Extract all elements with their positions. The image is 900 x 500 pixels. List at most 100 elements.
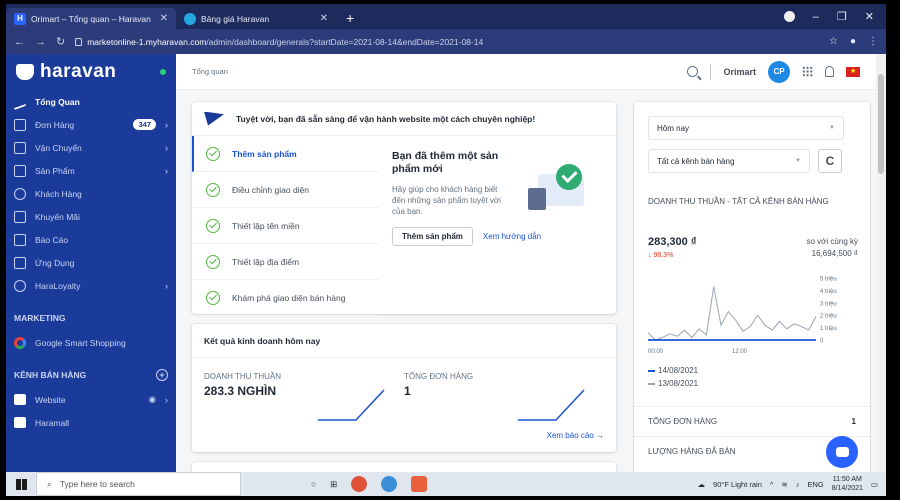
sidebar-item-apps[interactable]: Ứng Dụng bbox=[6, 251, 176, 274]
eye-icon[interactable]: ◉ bbox=[149, 394, 156, 405]
sidebar-item-overview[interactable]: Tổng Quan bbox=[6, 90, 176, 113]
minimize-icon[interactable]: – bbox=[813, 11, 819, 23]
sidebar-item-label: Ứng Dụng bbox=[35, 257, 75, 268]
windows-taskbar: ⌕ Type here to search ○ ⊞ ☁ 90°F Light r… bbox=[6, 472, 886, 496]
url-field[interactable]: marketonline-1.myharavan.com/admin/dashb… bbox=[75, 37, 819, 47]
system-tray: ☁ 90°F Light rain ^ ≋ ♪ ENG 11:50 AM 8/1… bbox=[698, 475, 886, 493]
bookmark-star-icon[interactable]: ☆ bbox=[829, 36, 838, 47]
total-orders-row: TỔNG ĐƠN HÀNG 1 bbox=[634, 406, 870, 436]
office-app-icon[interactable] bbox=[411, 476, 428, 492]
y-tick-label: 3 triệu bbox=[820, 301, 837, 307]
new-tab-button[interactable]: + bbox=[336, 10, 364, 29]
step-customize-theme[interactable]: Điều chỉnh giao diện bbox=[192, 172, 380, 208]
view-report-link[interactable]: Xem báo cáo → bbox=[547, 431, 604, 440]
row-label: LƯỢNG HÀNG ĐÃ BÁN bbox=[648, 447, 736, 456]
channel-select[interactable]: Tất cả kênh bán hàng ▼ bbox=[648, 149, 810, 173]
cortana-icon[interactable]: ○ bbox=[311, 479, 316, 489]
chrome-icon[interactable] bbox=[351, 476, 368, 492]
celebration-flag-icon bbox=[204, 111, 224, 126]
sidebar-item-shipping[interactable]: Vận Chuyển › bbox=[6, 136, 176, 159]
close-window-icon[interactable]: ✕ bbox=[865, 10, 874, 23]
sidebar-item-google-smart-shopping[interactable]: Google Smart Shopping bbox=[6, 331, 176, 354]
brand[interactable]: haravan bbox=[6, 54, 176, 90]
close-tab-icon[interactable]: ✕ bbox=[160, 13, 168, 24]
step-add-product[interactable]: Thêm sản phẩm bbox=[192, 136, 380, 172]
close-tab-icon[interactable]: ✕ bbox=[320, 13, 328, 24]
chrome-active-icon[interactable] bbox=[381, 476, 398, 492]
step-explore-storefront[interactable]: Khám phá giao diện bán hàng bbox=[192, 280, 380, 316]
scrollbar-thumb[interactable] bbox=[878, 74, 884, 174]
sidebar-item-customers[interactable]: Khách Hàng bbox=[6, 182, 176, 205]
breadcrumb[interactable]: Tổng quan bbox=[192, 67, 687, 76]
compare-value: 16,694,500 ₫ bbox=[811, 249, 858, 258]
sidebar-item-website[interactable]: Website ◉ › bbox=[6, 388, 176, 411]
taskbar-search[interactable]: ⌕ Type here to search bbox=[36, 472, 241, 496]
step-label: Thiết lập tên miền bbox=[232, 220, 300, 231]
shop-name[interactable]: Orimart bbox=[723, 67, 756, 77]
website-icon bbox=[14, 394, 26, 405]
sidebar-item-haraloyalty[interactable]: HaraLoyalty › bbox=[6, 274, 176, 297]
network-icon[interactable]: ≋ bbox=[781, 480, 787, 489]
row-value: 1 bbox=[851, 417, 856, 426]
menu-icon[interactable]: ⋮ bbox=[868, 36, 878, 47]
account-icon[interactable]: ● bbox=[850, 36, 856, 47]
haravan-favicon-icon: H bbox=[14, 12, 26, 25]
add-product-button[interactable]: Thêm sản phẩm bbox=[392, 227, 473, 246]
legend-item-today[interactable]: 14/08/2021 bbox=[648, 364, 698, 377]
clock[interactable]: 11:50 AM 8/14/2021 bbox=[832, 475, 863, 493]
browser-tabbar: H Orimart – Tổng quan – Haravan ✕ Bảng g… bbox=[6, 4, 886, 29]
windows-start-icon[interactable] bbox=[6, 472, 36, 496]
sales-channels-header: KÊNH BÁN HÀNG + bbox=[6, 362, 176, 388]
sidebar-item-haramall[interactable]: Haramall bbox=[6, 411, 176, 434]
forward-icon[interactable]: → bbox=[35, 36, 46, 48]
sidebar-item-orders[interactable]: Đơn Hàng 347 › bbox=[6, 113, 176, 136]
weather-text[interactable]: 90°F Light rain bbox=[713, 480, 762, 489]
check-circle-icon bbox=[206, 146, 220, 161]
screen: H Orimart – Tổng quan – Haravan ✕ Bảng g… bbox=[6, 4, 886, 496]
sidebar: haravan Tổng Quan Đơn Hàng 347 › Vận Chu… bbox=[6, 54, 176, 472]
sidebar-item-label: Tổng Quan bbox=[35, 96, 80, 107]
sidebar-item-products[interactable]: Sản Phẩm › bbox=[6, 159, 176, 182]
step-setup-domain[interactable]: Thiết lập tên miền bbox=[192, 208, 380, 244]
tab-title: Orimart – Tổng quan – Haravan bbox=[31, 13, 151, 24]
weather-icon[interactable]: ☁ bbox=[698, 480, 706, 489]
volume-icon[interactable]: ♪ bbox=[796, 480, 800, 489]
browser-tab-dashboard[interactable]: H Orimart – Tổng quan – Haravan ✕ bbox=[6, 8, 176, 29]
refresh-button[interactable]: C bbox=[818, 149, 842, 173]
detail-text: Hãy giúp cho khách hàng biết đến những s… bbox=[392, 185, 501, 216]
gift-icon bbox=[14, 210, 26, 223]
avatar[interactable]: CP bbox=[768, 60, 790, 83]
haravan-logo-icon bbox=[16, 64, 34, 80]
sidebar-item-label: Khuyến Mãi bbox=[35, 211, 80, 222]
product-added-illustration bbox=[528, 162, 598, 212]
step-setup-location[interactable]: Thiết lập địa điểm bbox=[192, 244, 380, 280]
notifications-icon[interactable]: ▭ bbox=[871, 480, 878, 489]
compare-label: so với cùng kỳ bbox=[806, 237, 859, 246]
business-results-card: Kết quả kinh doanh hôm nay DOANH THU THU… bbox=[192, 324, 616, 452]
back-icon[interactable]: ← bbox=[14, 36, 25, 48]
tray-overflow-icon[interactable]: ^ bbox=[770, 480, 774, 489]
add-channel-icon[interactable]: + bbox=[156, 369, 168, 381]
profile-icon[interactable] bbox=[783, 11, 795, 22]
reload-icon[interactable]: ↻ bbox=[56, 35, 65, 48]
date-range-select[interactable]: Hôm nay ▼ bbox=[648, 116, 844, 140]
search-icon[interactable] bbox=[687, 66, 699, 77]
bell-icon[interactable] bbox=[825, 66, 834, 77]
y-tick-label: 0 bbox=[820, 339, 824, 345]
legend-item-yesterday[interactable]: 13/08/2021 bbox=[648, 377, 698, 390]
browser-tab-pricing[interactable]: Bảng giá Haravan ✕ bbox=[176, 8, 336, 29]
page-scrollbar[interactable] bbox=[876, 54, 886, 472]
vietnam-flag-icon[interactable] bbox=[846, 66, 860, 77]
y-tick-label: 4 triệu bbox=[820, 289, 837, 295]
sidebar-item-reports[interactable]: Báo Cáo bbox=[6, 228, 176, 251]
task-view-icon[interactable]: ⊞ bbox=[330, 479, 337, 490]
apps-grid-icon[interactable] bbox=[802, 66, 813, 77]
sidebar-item-promotions[interactable]: Khuyến Mãi bbox=[6, 205, 176, 228]
maximize-icon[interactable]: ❐ bbox=[837, 10, 847, 23]
sidebar-item-label: HaraLoyalty bbox=[35, 280, 81, 291]
legend-swatch bbox=[648, 382, 655, 385]
language-indicator[interactable]: ENG bbox=[807, 480, 823, 489]
view-guide-link[interactable]: Xem hướng dẫn bbox=[483, 232, 541, 241]
onboarding-card: Tuyệt vời, bạn đã sẵn sàng để vận hành w… bbox=[192, 102, 616, 316]
chat-button[interactable] bbox=[826, 436, 858, 468]
